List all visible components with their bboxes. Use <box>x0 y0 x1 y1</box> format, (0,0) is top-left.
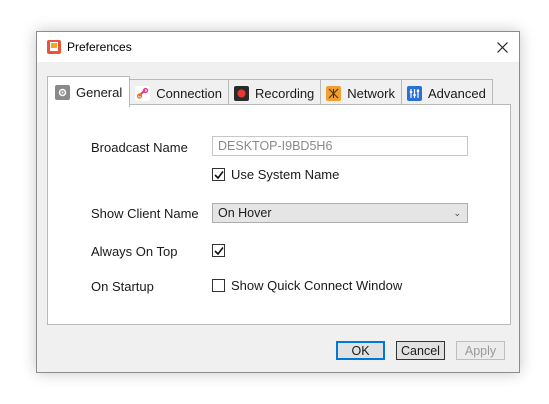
checkmark-icon <box>213 170 224 179</box>
close-icon <box>496 41 508 53</box>
chevron-down-icon: ⌄ <box>453 208 461 218</box>
broadcast-name-field[interactable]: DESKTOP-I9BD5H6 <box>212 136 468 156</box>
always-on-top-label: Always On Top <box>91 244 178 259</box>
link-icon <box>135 85 151 101</box>
checkmark-icon <box>213 246 224 255</box>
tab-recording-label: Recording <box>255 85 315 101</box>
sliders-icon <box>406 85 422 101</box>
tab-network[interactable]: Network <box>320 79 402 106</box>
tab-advanced[interactable]: Advanced <box>400 79 493 106</box>
show-quick-connect-checkbox[interactable] <box>212 279 225 292</box>
show-client-name-select[interactable]: On Hover ⌄ <box>212 203 468 223</box>
tab-general[interactable]: General <box>47 76 131 107</box>
apply-button[interactable]: Apply <box>456 341 505 360</box>
ok-button[interactable]: OK <box>336 341 385 360</box>
tab-connection-label: Connection <box>156 85 223 101</box>
record-icon <box>234 85 250 101</box>
tab-general-label: General <box>76 84 123 100</box>
tab-network-label: Network <box>347 85 395 101</box>
preferences-dialog: Preferences General Connection Recording <box>36 31 520 373</box>
broadcast-name-label: Broadcast Name <box>91 140 188 155</box>
tab-connection[interactable]: Connection <box>129 79 230 106</box>
title-bar: Preferences <box>37 32 519 62</box>
cancel-button[interactable]: Cancel <box>396 341 445 360</box>
on-startup-label: On Startup <box>91 279 154 294</box>
show-quick-connect-label: Show Quick Connect Window <box>231 278 403 293</box>
tab-recording[interactable]: Recording <box>228 79 322 106</box>
use-system-name-checkbox[interactable] <box>212 168 225 181</box>
gear-icon <box>55 84 70 100</box>
always-on-top-checkbox[interactable] <box>212 244 225 257</box>
window-title: Preferences <box>67 40 132 54</box>
tab-advanced-label: Advanced <box>427 85 486 101</box>
use-system-name-label: Use System Name <box>231 167 340 182</box>
network-icon <box>326 85 342 101</box>
tab-bar: General Connection Recording Network Adv… <box>47 76 493 107</box>
app-logo-icon <box>47 40 61 54</box>
show-client-name-label: Show Client Name <box>91 206 199 221</box>
close-button[interactable] <box>485 32 519 62</box>
general-panel: Broadcast Name DESKTOP-I9BD5H6 Use Syste… <box>47 104 511 325</box>
show-client-name-value: On Hover <box>218 206 272 220</box>
